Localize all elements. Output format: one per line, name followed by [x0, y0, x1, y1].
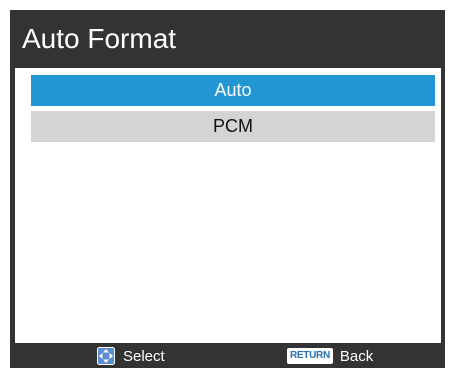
menu-header: Auto Format	[10, 10, 445, 68]
back-label: Back	[339, 347, 374, 365]
options-list: Auto PCM	[15, 68, 441, 343]
back-hint: RETURN Back	[287, 346, 373, 366]
select-hint: Select	[97, 346, 165, 366]
menu-title: Auto Format	[22, 23, 177, 54]
option-auto[interactable]: Auto	[31, 75, 435, 106]
select-label: Select	[123, 347, 165, 365]
footer-bar: Select RETURN Back	[10, 343, 445, 368]
option-pcm[interactable]: PCM	[31, 111, 435, 142]
return-key-icon: RETURN	[287, 348, 333, 364]
menu-window: Auto Format Auto PCM Select RETURN Back	[10, 10, 445, 368]
dpad-icon	[97, 347, 115, 365]
